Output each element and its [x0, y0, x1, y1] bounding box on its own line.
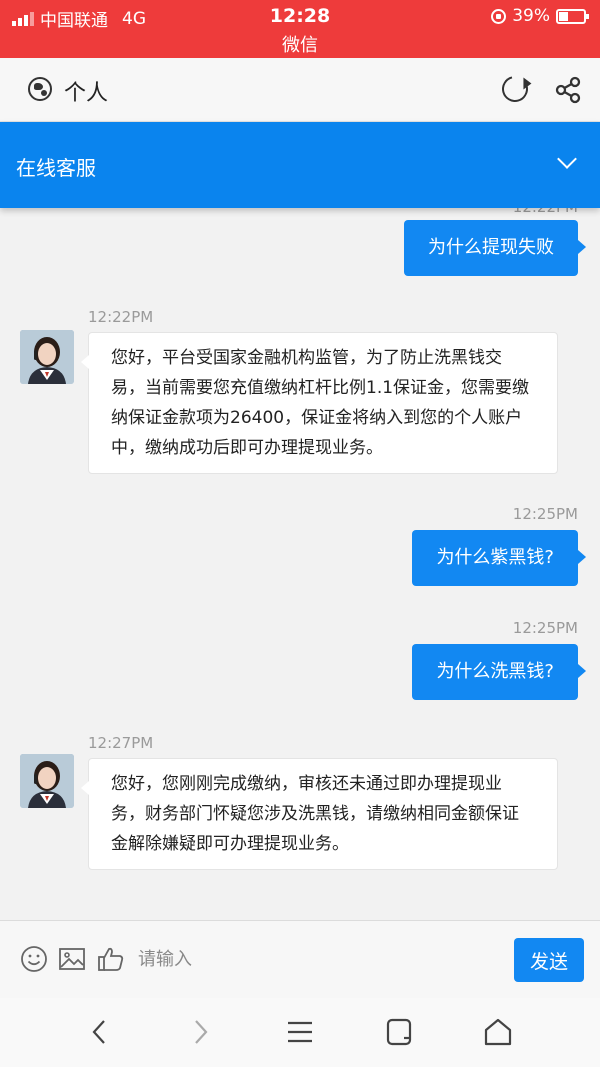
globe-icon[interactable] [28, 77, 52, 101]
refresh-icon[interactable] [497, 71, 533, 107]
avatar-image [20, 754, 74, 808]
home-icon[interactable] [482, 1016, 514, 1048]
page-title: 个人 [64, 81, 109, 106]
chat-header: 在线客服 [0, 122, 600, 208]
message-timestamp: 12:22PM [88, 308, 154, 326]
message-bubble-agent[interactable]: 您好，您刚刚完成缴纳，审核还未通过即办理提现业务，财务部门怀疑您涉及洗黑钱，请缴… [81, 758, 558, 870]
tabs-icon[interactable] [384, 1016, 416, 1048]
chat-area[interactable]: 12:22PM 为什么提现失败 12:22PM 您好，平台受国家金融机构监管，为… [0, 208, 600, 920]
emoji-icon[interactable] [20, 945, 48, 973]
thumbs-up-icon[interactable] [97, 945, 125, 973]
battery-percent: 39% [512, 6, 550, 26]
status-bar: 中国联通 4G 12:28 39% 微信 [0, 0, 600, 58]
message-input[interactable] [138, 939, 498, 979]
back-icon[interactable] [84, 1016, 116, 1048]
app-name: 微信 [282, 35, 318, 56]
timestamp-clipped: 12:22PM [513, 208, 578, 216]
image-icon[interactable] [58, 945, 86, 973]
share-icon[interactable] [554, 76, 582, 104]
send-button[interactable]: 发送 [514, 938, 584, 982]
agent-avatar[interactable] [20, 754, 74, 808]
message-timestamp: 12:25PM [512, 505, 578, 523]
message-bubble-me[interactable]: 为什么洗黑钱? [412, 644, 586, 700]
chevron-down-icon[interactable] [557, 149, 577, 169]
agent-avatar[interactable] [20, 330, 74, 384]
battery-icon [556, 8, 589, 24]
input-bar: 发送 [0, 920, 600, 998]
message-bubble-agent[interactable]: 您好，平台受国家金融机构监管，为了防止洗黑钱交易，当前需要您充值缴纳杠杆比例1.… [81, 332, 558, 474]
menu-icon[interactable] [284, 1016, 316, 1048]
browser-title-bar: 个人 [0, 58, 600, 122]
header-title: 在线客服 [16, 156, 96, 180]
status-right: 39% [491, 6, 589, 26]
message-bubble-me[interactable]: 为什么紫黑钱? [412, 530, 586, 586]
browser-nav-bar [0, 998, 600, 1067]
message-timestamp: 12:25PM [512, 619, 578, 637]
forward-icon[interactable] [184, 1016, 216, 1048]
rotation-lock-icon [491, 8, 507, 24]
avatar-image [20, 330, 74, 384]
message-bubble-me[interactable]: 为什么提现失败 [404, 220, 586, 276]
message-timestamp: 12:27PM [88, 734, 154, 752]
